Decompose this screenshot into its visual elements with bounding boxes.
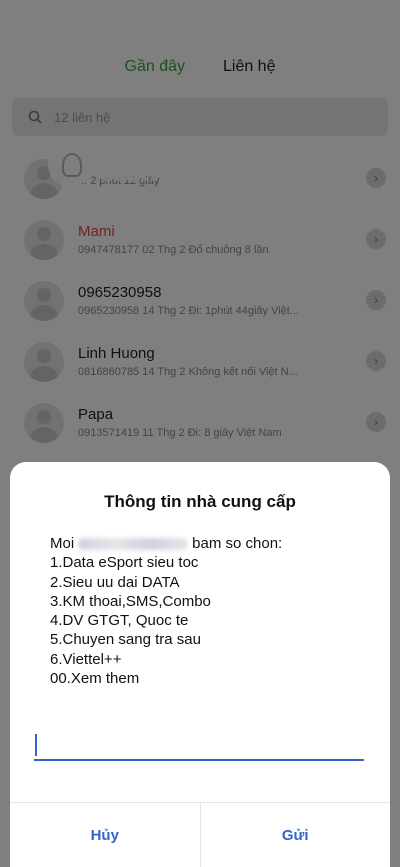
menu-option: 1.Data eSport sieu toc (50, 554, 199, 572)
text-cursor (35, 734, 37, 756)
menu-option: 6.Viettel++ (50, 650, 122, 668)
menu-option: 4.DV GTGT, Quoc te (50, 612, 189, 630)
menu-option: 00.Xem them (50, 670, 140, 688)
menu-option: 3.KM thoai,SMS,Combo (50, 592, 211, 610)
menu-option: 5.Chuyen sang tra sau (50, 631, 201, 649)
message-greeting: Moi bam so chon: (50, 535, 283, 552)
dialog-actions: Hủy Gửi (10, 802, 390, 867)
redacted-number (78, 538, 189, 551)
send-button[interactable]: Gửi (200, 803, 390, 867)
menu-option: 2.Sieu uu dai DATA (50, 573, 180, 591)
cancel-button[interactable]: Hủy (10, 803, 200, 867)
dialog-title: Thông tin nhà cung cấp (104, 492, 296, 511)
ussd-dialog: Thông tin nhà cung cấp Moi bam so chon: 1… (10, 462, 390, 867)
reply-input[interactable] (34, 727, 364, 761)
ussd-message: Moi bam so chon: 1.Data eSport sieu toc 2… (50, 534, 370, 688)
